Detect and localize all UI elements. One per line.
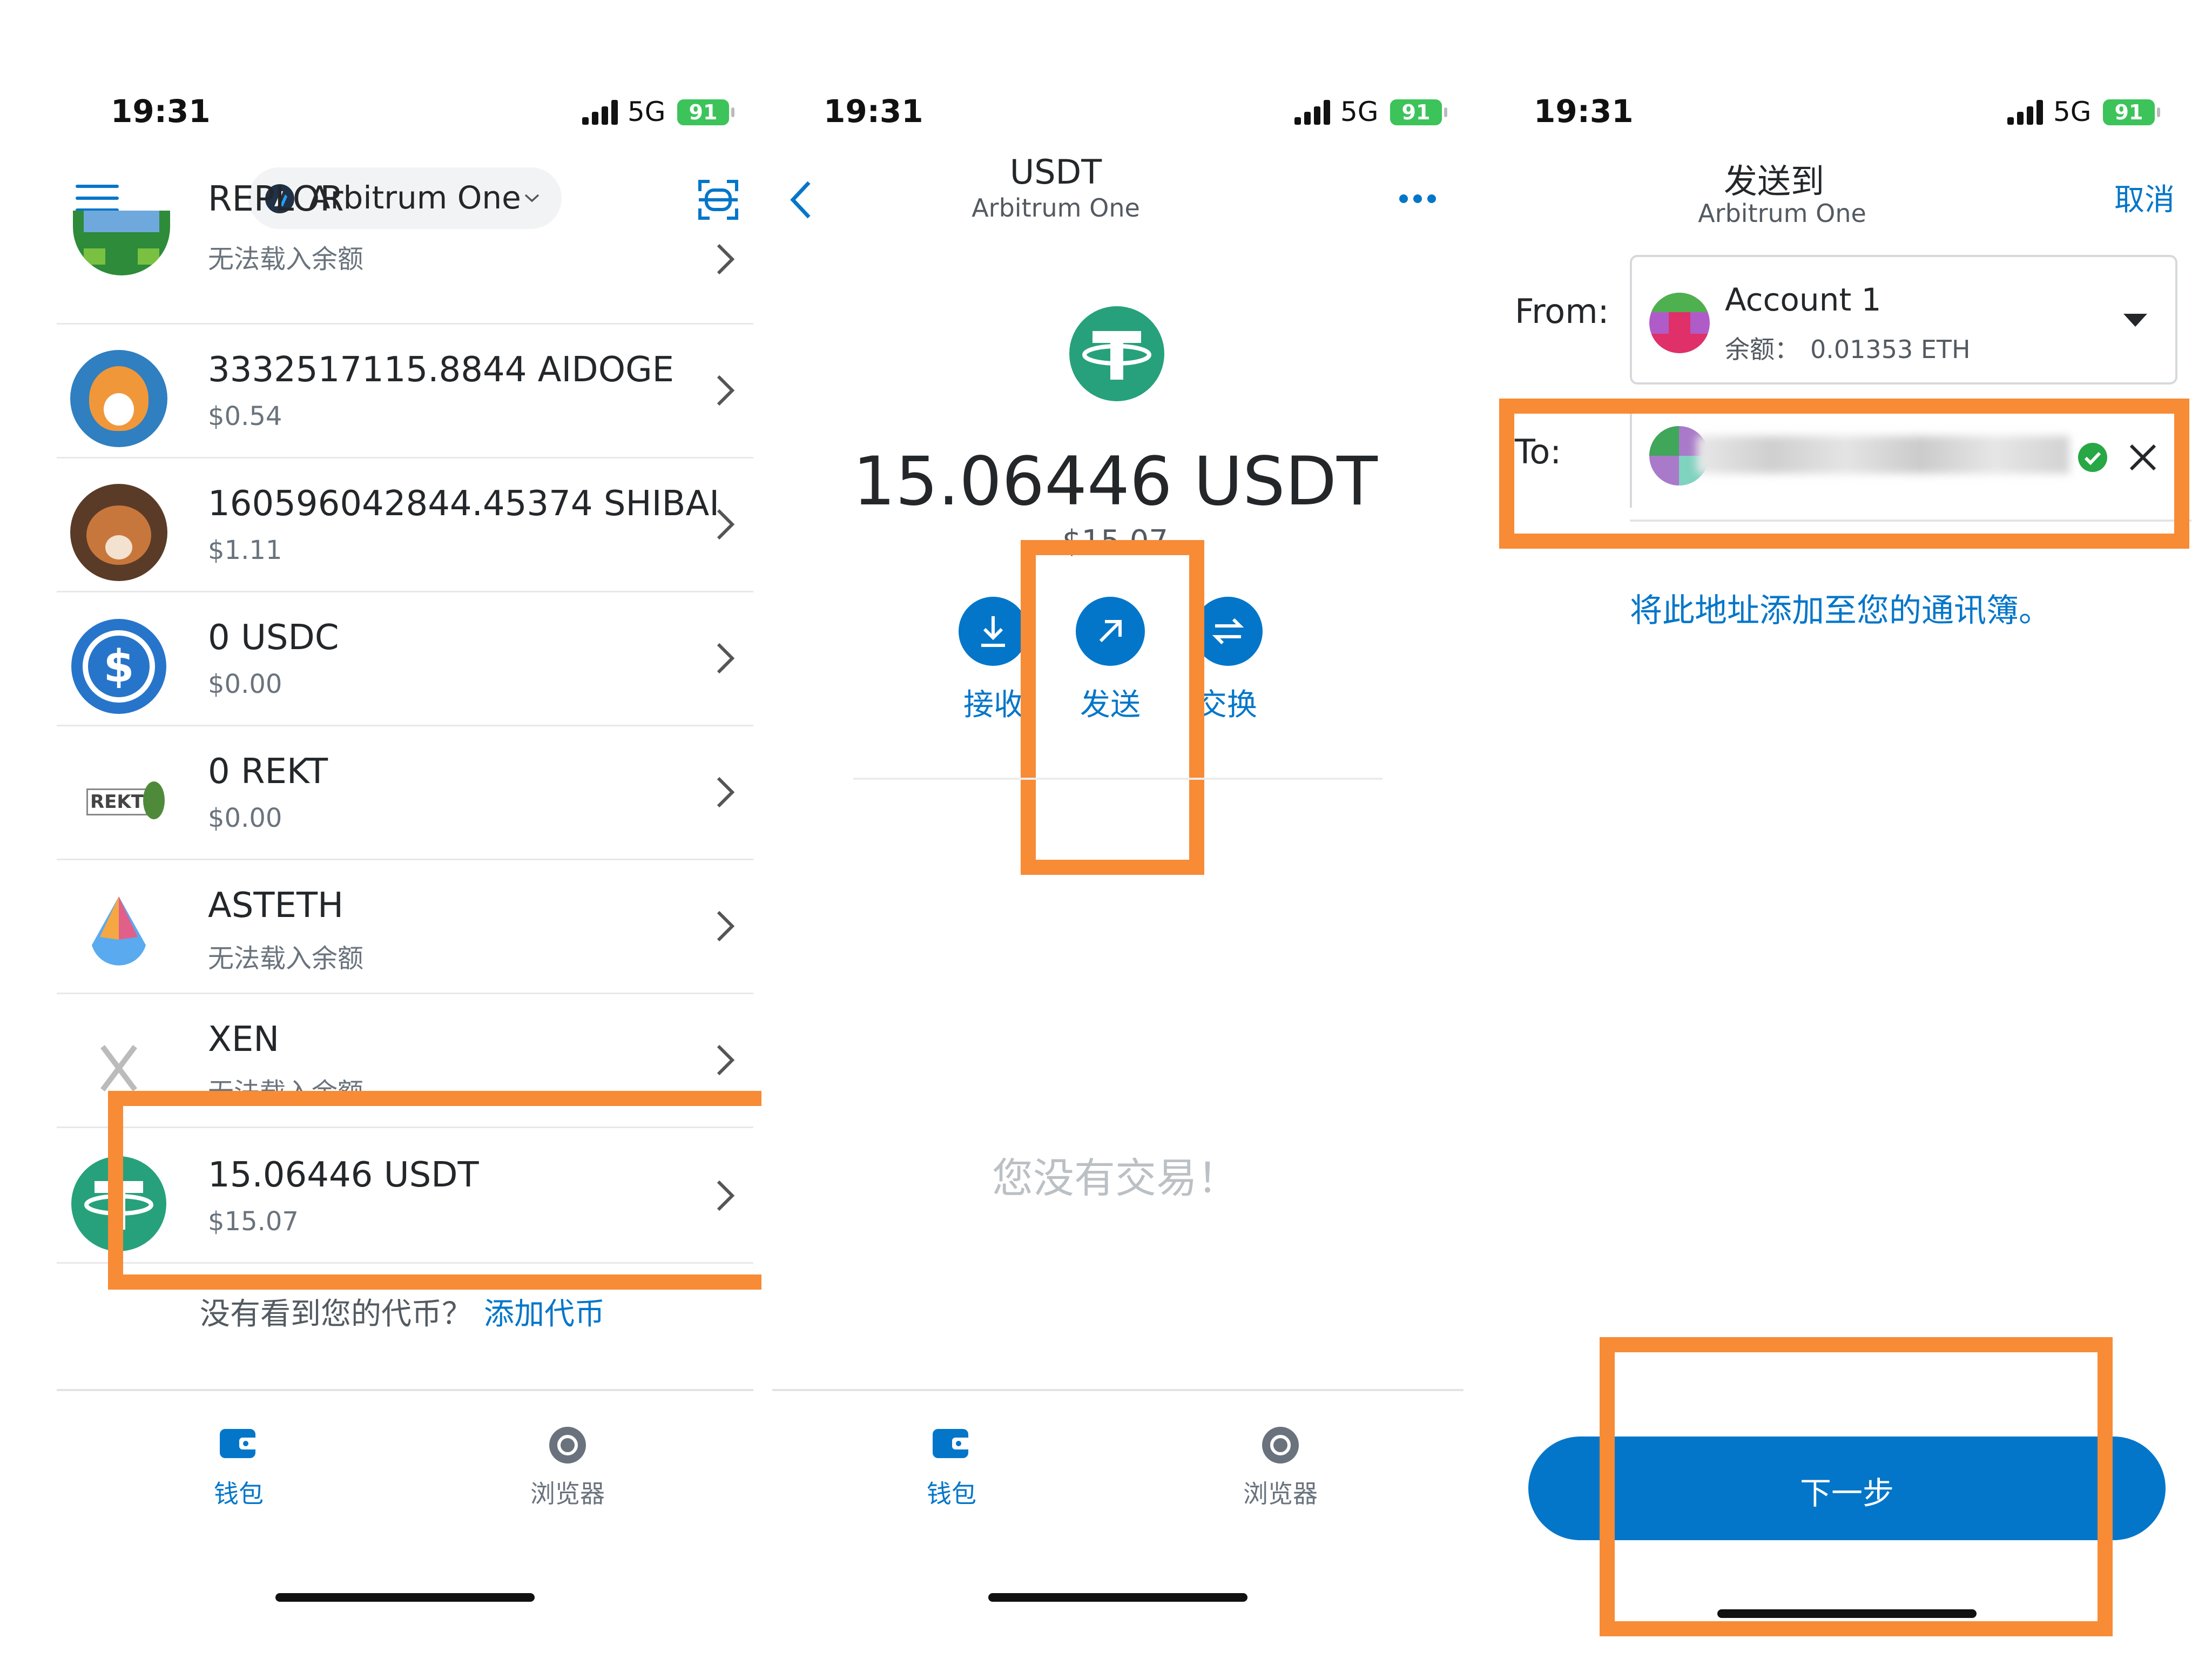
tab-label: 钱包 [927,1479,976,1508]
token-subtitle: $1.11 [208,535,282,565]
token-title: XEN [208,1020,280,1060]
chevron-right-icon [717,244,735,275]
token-row[interactable]: REPLOR 无法载入余额 [57,179,753,325]
highlight-box-recipient [1499,399,2189,549]
token-subtitle: 无法载入余额 [208,244,364,274]
wallet-icon [220,1429,258,1458]
token-subtitle: $0.00 [208,669,282,699]
chevron-right-icon [717,777,735,808]
chevron-right-icon [717,375,735,406]
highlight-box-send [1021,540,1204,875]
cancel-button[interactable]: 取消 [2114,176,2175,219]
tab-bar-divider [772,1389,1464,1391]
battery-icon: 91 [677,99,734,125]
swap-icon [1212,618,1244,645]
tether-logo-icon [1069,306,1164,401]
caret-down-icon [2123,314,2147,327]
tab-label: 浏览器 [1243,1479,1318,1508]
highlight-box-next [1600,1337,2113,1636]
chevron-right-icon [717,911,735,942]
token-title: 3332517115.8844 AIDOGE [208,350,675,390]
network-type: 5G [628,96,666,127]
screen-token-list: 19:31 5G 91 Arbitrum One REPLOR 无法载入余额 3… [0,0,761,1659]
token-title: 0 USDC [208,618,339,658]
compass-icon [549,1427,586,1464]
home-indicator [275,1593,535,1602]
token-row[interactable]: 160596042844.45374 SHIBAI $1.11 [57,457,753,592]
signal-icon [1294,100,1333,125]
battery-icon: 91 [1390,99,1447,125]
account-name: Account 1 [1725,281,1881,318]
receive-circle [959,597,1028,666]
network-subtitle: Arbitrum One [972,193,1140,222]
page-title: 发送到 [1723,161,1824,201]
shibai-icon [70,484,167,581]
signal-icon [582,100,621,125]
account-selector[interactable]: Account 1 余额： 0.01353 ETH [1630,255,2177,385]
svg-text:$: $ [103,641,134,692]
signal-icon [2007,100,2046,125]
status-time: 19:31 [1534,93,1634,130]
account-balance: 余额： 0.01353 ETH [1725,330,1971,366]
asteth-drop-icon [92,896,146,966]
token-title: 0 REKT [208,752,328,792]
network-subtitle: Arbitrum One [1698,199,1866,228]
compass-icon [1262,1427,1299,1464]
missing-token-question: 没有看到您的代币？ [200,1297,472,1332]
battery-icon: 91 [2103,99,2160,125]
account-avatar [1649,293,1710,353]
add-to-address-book-link[interactable]: 将此地址添加至您的通讯簿。 [1469,584,2212,631]
download-icon [981,616,1005,647]
status-time: 19:31 [824,93,923,130]
replor-pixel-icon [73,211,170,275]
add-token-prompt: 没有看到您的代币？ 添加代币 [200,1290,605,1333]
token-balance: 15.06446 USDT [853,443,1378,521]
token-title: REPLOR [208,179,344,219]
screen-token-detail: 19:31 5G 91 USDT Arbitrum One 15.06446 U… [767,0,1464,1659]
chevron-right-icon [717,643,735,674]
token-title: ASTETH [208,886,344,926]
token-row[interactable]: 3332517115.8844 AIDOGE $0.54 [57,323,753,458]
from-label: From: [1515,292,1609,331]
usdc-icon: $ [71,619,166,714]
tab-label: 钱包 [214,1479,264,1508]
balance-label: 余额： [1725,335,1799,364]
tab-bar-divider [57,1389,753,1391]
chevron-right-icon [717,509,735,540]
page-title: USDT [1009,152,1102,192]
empty-transactions-text: 您没有交易！ [992,1154,1238,1202]
token-subtitle: 无法载入余额 [208,943,364,974]
token-title: 160596042844.45374 SHIBAI [208,484,720,524]
aidoge-icon [70,350,167,447]
token-subtitle: $0.00 [208,803,282,833]
chevron-right-icon [717,1044,735,1076]
home-indicator [988,1593,1247,1602]
tab-label: 浏览器 [530,1479,605,1508]
token-row[interactable]: $ 0 USDC $0.00 [57,591,753,726]
more-options-icon[interactable] [1399,193,1437,204]
back-arrow-icon[interactable] [787,179,814,220]
wallet-icon [933,1429,970,1458]
actions-divider [853,778,1382,780]
token-row[interactable]: ASTETH 无法载入余额 [57,859,753,994]
status-time: 19:31 [111,93,211,130]
network-type: 5G [2053,96,2092,127]
token-subtitle: $0.54 [208,401,282,431]
network-type: 5G [1340,96,1379,127]
balance-value: 0.01353 ETH [1810,335,1971,364]
highlight-box-usdt [108,1091,761,1290]
screen-send-to: 19:31 5G 91 发送到 Arbitrum One 取消 From: Ac… [1469,0,2212,1659]
rekt-icon: REKT [70,752,167,849]
add-token-link[interactable]: 添加代币 [484,1297,605,1332]
token-row[interactable]: REKT 0 REKT $0.00 [57,725,753,860]
